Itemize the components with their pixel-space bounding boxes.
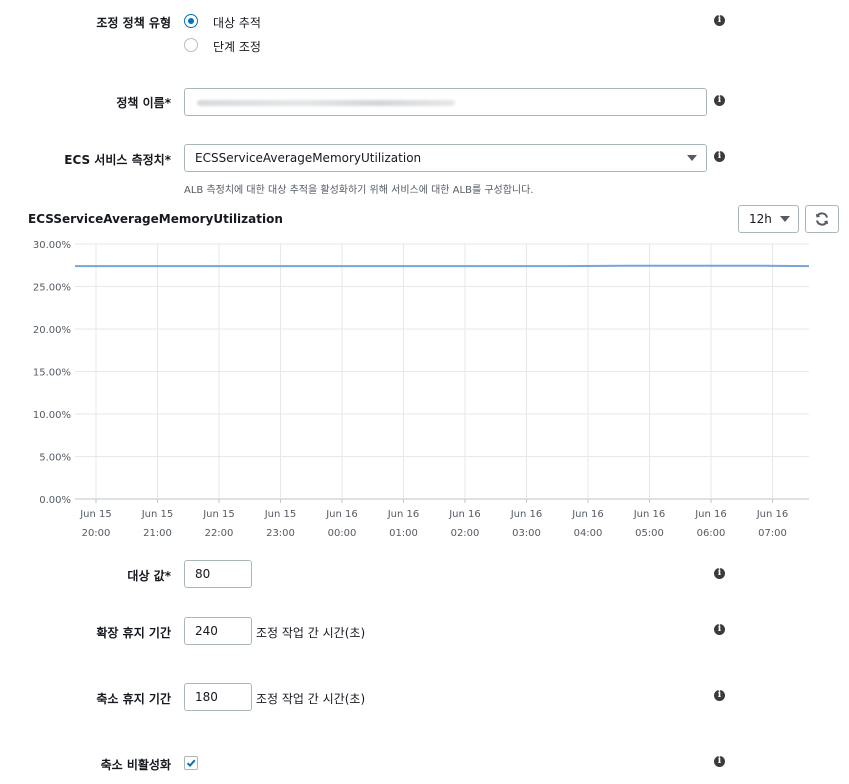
metric-chart: 30.00% 25.00% 20.00% 15.00% 10.00% 5.00% 0.00%… [33, 240, 810, 539]
y-tick-label: 10.00% [33, 410, 71, 421]
info-icon[interactable]: i [714, 568, 725, 579]
x-tick-label-date: Jun 15 [264, 509, 297, 520]
info-icon[interactable]: i [714, 756, 725, 767]
x-tick-label-time: 21:00 [143, 528, 172, 539]
x-tick-label-date: Jun 16 [510, 509, 543, 520]
x-tick-label-date: Jun 15 [141, 509, 174, 520]
info-icon[interactable]: i [714, 690, 725, 701]
chevron-down-icon [780, 216, 790, 222]
scale-out-cooldown-input[interactable]: 240 [184, 617, 252, 645]
period-value: 12h [749, 212, 772, 226]
info-icon[interactable]: i [714, 624, 725, 635]
checkmark-icon [186, 759, 196, 768]
policy-name-value-redacted [197, 100, 455, 106]
target-value-label: 대상 값* [127, 569, 171, 583]
disable-scale-in-label: 축소 비활성화 [100, 758, 171, 772]
y-tick-label: 20.00% [33, 325, 71, 336]
chevron-down-icon [687, 155, 697, 161]
policy-name-label: 정책 이름* [116, 96, 171, 110]
ecs-metric-selected-value: ECSServiceAverageMemoryUtilization [195, 151, 422, 165]
x-tick-label-date: Jun 15 [202, 509, 235, 520]
x-tick-label-time: 01:00 [389, 528, 418, 539]
y-tick-label: 5.00% [39, 453, 71, 464]
x-tick-label-time: 05:00 [635, 528, 664, 539]
y-tick-label: 25.00% [33, 283, 71, 294]
scale-in-cooldown-input[interactable]: 180 [184, 683, 252, 711]
chart-title: ECSServiceAverageMemoryUtilization [28, 212, 283, 226]
x-tick-label-date: Jun 16 [387, 509, 420, 520]
disable-scale-in-checkbox[interactable] [184, 756, 198, 770]
policy-name-input[interactable] [184, 88, 707, 116]
scale-out-cooldown-label: 확장 휴지 기간 [96, 626, 171, 640]
radio-step-scaling-label[interactable]: 단계 조정 [213, 38, 261, 55]
x-tick-label-date: Jun 16 [633, 509, 666, 520]
x-tick-label-time: 00:00 [328, 528, 357, 539]
y-tick-label: 0.00% [39, 495, 71, 506]
x-tick-label-time: 07:00 [758, 528, 787, 539]
refresh-button[interactable] [805, 205, 839, 233]
refresh-icon [815, 212, 829, 226]
scale-out-cooldown-unit: 조정 작업 간 시간(초) [256, 626, 366, 640]
x-tick-label-date: Jun 16 [571, 509, 604, 520]
y-tick-label: 30.00% [33, 240, 71, 251]
x-tick-label-date: Jun 15 [79, 509, 112, 520]
x-tick-label-time: 20:00 [82, 528, 111, 539]
x-tick-label-time: 02:00 [451, 528, 480, 539]
info-icon[interactable]: i [714, 151, 725, 162]
scaling-type-label: 조정 정책 유형 [96, 16, 171, 30]
radio-target-tracking-label[interactable]: 대상 추적 [213, 14, 261, 31]
x-tick-label-date: Jun 16 [325, 509, 358, 520]
info-icon[interactable]: i [714, 95, 725, 106]
radio-target-tracking[interactable] [184, 14, 198, 28]
radio-step-scaling[interactable] [184, 38, 198, 52]
ecs-metric-label: ECS 서비스 측정치* [64, 153, 171, 167]
y-tick-label: 15.00% [33, 368, 71, 379]
ecs-metric-hint: ALB 측정치에 대한 대상 추적을 활성화하기 위해 서비스에 대한 ALB를… [184, 185, 534, 196]
target-value-input[interactable]: 80 [184, 560, 252, 588]
x-tick-label-time: 03:00 [512, 528, 541, 539]
x-tick-label-time: 06:00 [697, 528, 726, 539]
x-tick-label-date: Jun 16 [694, 509, 727, 520]
x-tick-label-date: Jun 16 [756, 509, 789, 520]
scale-in-cooldown-unit: 조정 작업 간 시간(초) [256, 692, 366, 706]
x-tick-label-time: 22:00 [205, 528, 234, 539]
x-tick-label-date: Jun 16 [448, 509, 481, 520]
ecs-metric-select[interactable]: ECSServiceAverageMemoryUtilization [184, 144, 707, 172]
info-icon[interactable]: i [714, 15, 725, 26]
x-tick-label-time: 04:00 [574, 528, 603, 539]
scale-in-cooldown-label: 축소 휴지 기간 [96, 692, 171, 706]
x-tick-label-time: 23:00 [266, 528, 295, 539]
period-select[interactable]: 12h [738, 205, 799, 233]
